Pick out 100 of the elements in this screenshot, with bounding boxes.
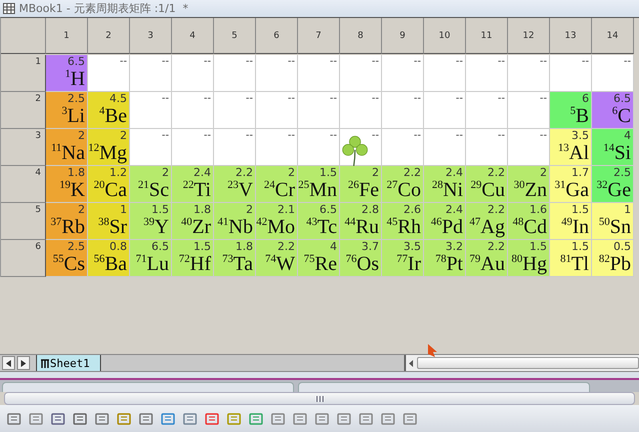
toolbar-icon[interactable] [182,410,198,426]
element-symbol: $^{4}$Be [99,105,127,127]
toolbar-icon[interactable] [50,410,66,426]
column-header[interactable]: 14 [592,18,634,54]
toolbar-icon[interactable] [402,410,418,426]
cursor-icon [428,344,437,357]
row-header[interactable]: 4 [1,166,46,203]
panel-tab[interactable] [2,382,294,392]
cell-value: -- [540,130,547,142]
grid-icon [3,3,15,14]
element-symbol: $^{13}$Al [558,142,589,164]
column-header[interactable]: 4 [172,18,214,54]
toolbar-grip[interactable] [4,392,635,405]
column-header[interactable]: 9 [382,18,424,54]
cell-value: -- [624,56,631,68]
element-symbol: $^{40}$Zr [181,216,211,238]
element-symbol: $^{75}$Re [304,253,337,275]
toolbar-icon[interactable] [204,410,220,426]
toolbar-icon[interactable] [138,410,154,426]
cell-value: 6.5 [614,93,631,105]
toolbar-icon[interactable] [358,410,374,426]
toolbar-icon[interactable] [116,410,132,426]
cell-value: 2.2 [404,167,421,179]
toolbar-icon[interactable] [72,410,88,426]
cell-value: 2.4 [446,167,463,179]
cell-value: 0.8 [110,241,127,253]
toolbar-icon[interactable] [270,410,286,426]
column-header[interactable]: 8 [340,18,382,54]
column-header[interactable]: 11 [466,18,508,54]
cell-value: 1.5 [320,167,337,179]
cell-value: 2.2 [488,167,505,179]
element-symbol: $^{78}$Pt [435,253,463,275]
row-header[interactable]: 2 [1,92,46,129]
column-header[interactable]: 7 [298,18,340,54]
cell-value: -- [204,93,211,105]
element-symbol: $^{74}$W [265,253,295,275]
column-header[interactable]: 2 [88,18,130,54]
toolbar-icon[interactable] [292,410,308,426]
element-symbol: $^{26}$Fe [348,179,379,201]
row-header[interactable]: 6 [1,240,46,277]
row-header[interactable]: 1 [1,55,46,92]
cell-value: 0.5 [614,241,631,253]
sheet-tab[interactable]: Sheet1 [36,355,101,371]
cell-value: 6.5 [152,241,169,253]
cell-value: -- [414,130,421,142]
cell-value: -- [204,130,211,142]
cell-value: 2 [288,167,295,179]
panel-tab[interactable] [298,382,590,392]
element-symbol: $^{43}$Tc [306,216,337,238]
element-symbol: $^{11}$Na [51,142,85,164]
cell-value: 2.1 [278,204,295,216]
element-symbol: $^{77}$Ir [396,253,421,275]
cell-value: -- [204,56,211,68]
element-symbol: $^{28}$Ni [432,179,463,201]
scroll-left-button[interactable] [2,356,15,370]
element-symbol: $^{24}$Cr [264,179,295,201]
cell-value: -- [582,56,589,68]
corner-cell [1,18,46,54]
cell-value: 2 [540,167,547,179]
cell-value: 1.8 [236,241,253,253]
grip-icon [316,396,324,402]
toolbar-icon[interactable] [248,410,264,426]
element-symbol: $^{46}$Pd [430,216,463,238]
toolbar-icon[interactable] [314,410,330,426]
column-header[interactable]: 13 [550,18,592,54]
cell-value: -- [162,93,169,105]
toolbar-icon[interactable] [336,410,352,426]
column-header[interactable]: 12 [508,18,550,54]
cell-value: -- [456,56,463,68]
scroll-right-button[interactable] [17,356,30,370]
element-symbol: $^{20}$Ca [94,179,127,201]
column-header[interactable]: 1 [46,18,88,54]
toolbar-icon[interactable] [380,410,396,426]
element-symbol: $^{76}$Os [346,253,379,275]
element-symbol: $^{42}$Mo [256,216,295,238]
column-header[interactable]: 6 [256,18,298,54]
column-header[interactable]: 3 [130,18,172,54]
cell-value: 6.5 [320,204,337,216]
column-header[interactable]: 5 [214,18,256,54]
cell-value: 2 [78,204,85,216]
element-symbol: $^{14}$Si [603,142,631,164]
right-arrow-icon [21,360,26,366]
cell-value: -- [246,56,253,68]
element-symbol: $^{23}$V [228,179,253,201]
toolbar-icon[interactable] [226,410,242,426]
toolbar-icon[interactable] [94,410,110,426]
column-header[interactable]: 10 [424,18,466,54]
row-header[interactable]: 5 [1,203,46,240]
toolbar-icon[interactable] [6,410,22,426]
clover-drawing [340,135,370,166]
cell-value: -- [120,56,127,68]
element-symbol: $^{27}$Co [386,179,421,201]
cell-value: 2.5 [614,167,631,179]
cell-value: 1.5 [530,241,547,253]
toolbar-icon[interactable] [160,410,176,426]
cell-value: 1.5 [572,241,589,253]
cell-value: 3.7 [362,241,379,253]
horizontal-scrollbar[interactable] [404,355,639,371]
row-header[interactable]: 3 [1,129,46,166]
toolbar-icon[interactable] [28,410,44,426]
